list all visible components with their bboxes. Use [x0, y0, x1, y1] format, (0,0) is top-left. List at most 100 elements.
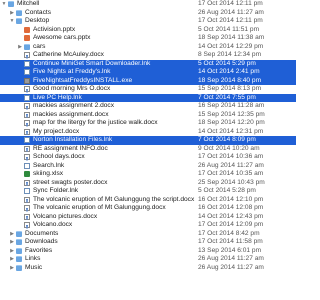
- file-name: Contacts: [25, 8, 52, 16]
- docx-icon: [24, 179, 30, 186]
- date-modified: 18 Sep 2014 8:40 pm: [198, 76, 262, 84]
- file-name: Search.lnk: [33, 161, 65, 169]
- file-row[interactable]: Activision.pptx 5 Oct 2014 11:51 pm: [0, 26, 296, 35]
- file-row[interactable]: Awesome cars.pptx 18 Sep 2014 11:38 am: [0, 34, 296, 43]
- date-modified: 17 Oct 2014 12:11 pm: [198, 0, 263, 7]
- disclosure-collapsed-icon[interactable]: ▶: [9, 255, 15, 264]
- shortcut-icon: [24, 188, 30, 195]
- date-modified: 17 Oct 2014 11:58 pm: [198, 238, 263, 245]
- pptx-icon: [24, 35, 30, 42]
- folder-icon: [24, 43, 30, 50]
- shortcut-icon: [24, 137, 30, 144]
- date-modified: 7 Oct 2014 7:55 pm: [198, 93, 256, 101]
- file-name: School days.docx: [33, 153, 85, 160]
- file-name: Activision.pptx: [33, 25, 76, 33]
- disclosure-collapsed-icon[interactable]: ▶: [9, 230, 15, 239]
- disclosure-collapsed-icon[interactable]: ▶: [9, 247, 15, 256]
- docx-icon: [24, 222, 30, 229]
- file-row[interactable]: Sync Folder.lnk 5 Oct 2014 5:28 pm: [0, 187, 296, 196]
- docx-icon: [24, 86, 30, 93]
- file-name: Live PC Help.lnk: [33, 93, 82, 101]
- file-name: FiveNightsatFreddysINSTALL.exe: [33, 76, 133, 84]
- file-row[interactable]: skiing.xlsx 17 Oct 2014 10:35 am: [0, 170, 296, 179]
- file-row[interactable]: FiveNightsatFreddysINSTALL.exe 18 Sep 201…: [0, 76, 296, 85]
- file-row[interactable]: The volcanic eruption of Mt Galunggung.d…: [0, 204, 296, 213]
- file-name: Catherine McAuley.docx: [33, 51, 104, 58]
- folder-row[interactable]: ▶ Contacts 26 Aug 2014 11:27 am: [0, 9, 296, 18]
- shortcut-icon: [24, 69, 30, 76]
- file-row[interactable]: Volcano pictures.docx 14 Oct 2014 12:43 p…: [0, 213, 296, 222]
- file-name: Norton Installation Files.lnk: [33, 136, 113, 143]
- docx-icon: [24, 213, 30, 220]
- file-row[interactable]: mackies assignment.docx 15 Sep 2014 12:35…: [0, 111, 296, 120]
- file-name: Volcano.docx: [33, 221, 73, 228]
- docx-icon: [24, 111, 30, 118]
- file-row[interactable]: Catherine McAuley.docx 8 Sep 2014 12:34 p…: [0, 51, 296, 60]
- date-modified: 16 Oct 2014 12:10 pm: [198, 195, 264, 203]
- date-modified: 16 Oct 2014 12:08 pm: [198, 204, 264, 211]
- date-modified: 26 Aug 2014 11:27 am: [198, 255, 264, 262]
- file-row[interactable]: mackies assignment 2.docx 16 Sep 2014 11:…: [0, 102, 296, 111]
- disclosure-collapsed-icon[interactable]: ▶: [9, 264, 15, 273]
- file-row[interactable]: Live PC Help.lnk 7 Oct 2014 7:55 pm: [0, 93, 296, 102]
- date-modified: 7 Oct 2014 8:09 pm: [198, 136, 256, 143]
- file-name: map for the litergy for the justice walk…: [33, 119, 158, 126]
- file-row[interactable]: School days.docx 17 Oct 2014 10:36 am: [0, 153, 296, 162]
- file-list: ▼ Mitchell 17 Oct 2014 12:11 pm ▶ Contacts 26…: [0, 0, 296, 300]
- folder-row[interactable]: ▶ cars 14 Oct 2014 12:29 pm: [0, 43, 296, 52]
- docx-icon: [24, 128, 30, 135]
- pptx-icon: [24, 26, 30, 33]
- folder-row[interactable]: ▶ Downloads 17 Oct 2014 11:58 pm: [0, 238, 296, 247]
- file-row[interactable]: Continue MiniGet Smart Downloader.lnk 5 O…: [0, 59, 296, 68]
- folder-row[interactable]: ▶ Links 26 Aug 2014 11:27 am: [0, 255, 296, 264]
- folder-icon: [16, 230, 22, 237]
- folder-row[interactable]: ▼ Mitchell 17 Oct 2014 12:11 pm: [0, 0, 296, 9]
- file-name: Documents: [25, 229, 59, 237]
- file-row[interactable]: Volcano.docx 17 Oct 2014 12:09 pm: [0, 221, 296, 230]
- date-modified: 14 Oct 2014 12:43 pm: [198, 212, 264, 220]
- docx-icon: [24, 103, 30, 110]
- file-name: Five Nights at Freddy's.lnk: [33, 68, 111, 75]
- file-row[interactable]: The volcanic eruption of Mt Galunggung t…: [0, 196, 296, 205]
- shortcut-icon: [24, 60, 30, 67]
- file-row[interactable]: My project.docx 14 Oct 2014 12:31 pm: [0, 128, 296, 137]
- docx-icon: [24, 205, 30, 212]
- folder-row[interactable]: ▶ Documents 17 Oct 2014 8:42 pm: [0, 230, 296, 239]
- folder-row[interactable]: ▼ Desktop 17 Oct 2014 12:11 pm: [0, 17, 296, 26]
- docx-icon: [24, 52, 30, 59]
- file-name: Downloads: [25, 238, 58, 245]
- file-name: skiing.xlsx: [33, 170, 64, 177]
- date-modified: 8 Sep 2014 12:34 pm: [198, 51, 262, 58]
- exe-icon: [24, 77, 30, 84]
- file-row[interactable]: map for the litergy for the justice walk…: [0, 119, 296, 128]
- file-name: Music: [25, 263, 43, 271]
- folder-row[interactable]: ▶ Favorites 13 Sep 2014 6:01 pm: [0, 247, 296, 256]
- file-name: The volcanic eruption of Mt Galunggung t…: [33, 195, 195, 203]
- date-modified: 9 Oct 2014 10:20 am: [198, 144, 260, 152]
- file-row[interactable]: Five Nights at Freddy's.lnk 14 Oct 2014 2…: [0, 68, 296, 77]
- disclosure-collapsed-icon[interactable]: ▶: [17, 43, 23, 52]
- date-modified: 18 Sep 2014 12:20 pm: [198, 119, 265, 126]
- folder-icon: [16, 264, 22, 271]
- date-modified: 14 Oct 2014 2:41 pm: [198, 68, 260, 75]
- date-modified: 17 Oct 2014 12:11 pm: [198, 17, 263, 24]
- file-row[interactable]: Good morning Mrs O.docx 15 Sep 2014 8:13 …: [0, 85, 296, 94]
- docx-icon: [24, 196, 30, 203]
- disclosure-collapsed-icon[interactable]: ▶: [9, 9, 15, 18]
- date-modified: 14 Oct 2014 12:29 pm: [198, 42, 264, 50]
- docx-icon: [24, 120, 30, 127]
- disclosure-collapsed-icon[interactable]: ▶: [9, 238, 15, 247]
- file-row[interactable]: Search.lnk 26 Aug 2014 11:27 am: [0, 162, 296, 171]
- file-row[interactable]: street swagts poster.docx 25 Sep 2014 10:…: [0, 179, 296, 188]
- shortcut-icon: [24, 94, 30, 101]
- disclosure-expanded-icon[interactable]: ▼: [1, 0, 7, 9]
- folder-icon: [8, 1, 14, 8]
- date-modified: 25 Sep 2014 10:43 pm: [198, 178, 265, 186]
- file-row[interactable]: RE assignment INFO.doc 9 Oct 2014 10:20 a…: [0, 145, 296, 154]
- disclosure-expanded-icon[interactable]: ▼: [9, 17, 15, 26]
- file-name: Sync Folder.lnk: [33, 187, 79, 194]
- file-row[interactable]: Norton Installation Files.lnk 7 Oct 2014 …: [0, 136, 296, 145]
- docx-icon: [24, 145, 30, 152]
- date-modified: 16 Sep 2014 11:28 am: [198, 102, 265, 109]
- folder-row[interactable]: ▶ Music 26 Aug 2014 11:27 am: [0, 264, 296, 273]
